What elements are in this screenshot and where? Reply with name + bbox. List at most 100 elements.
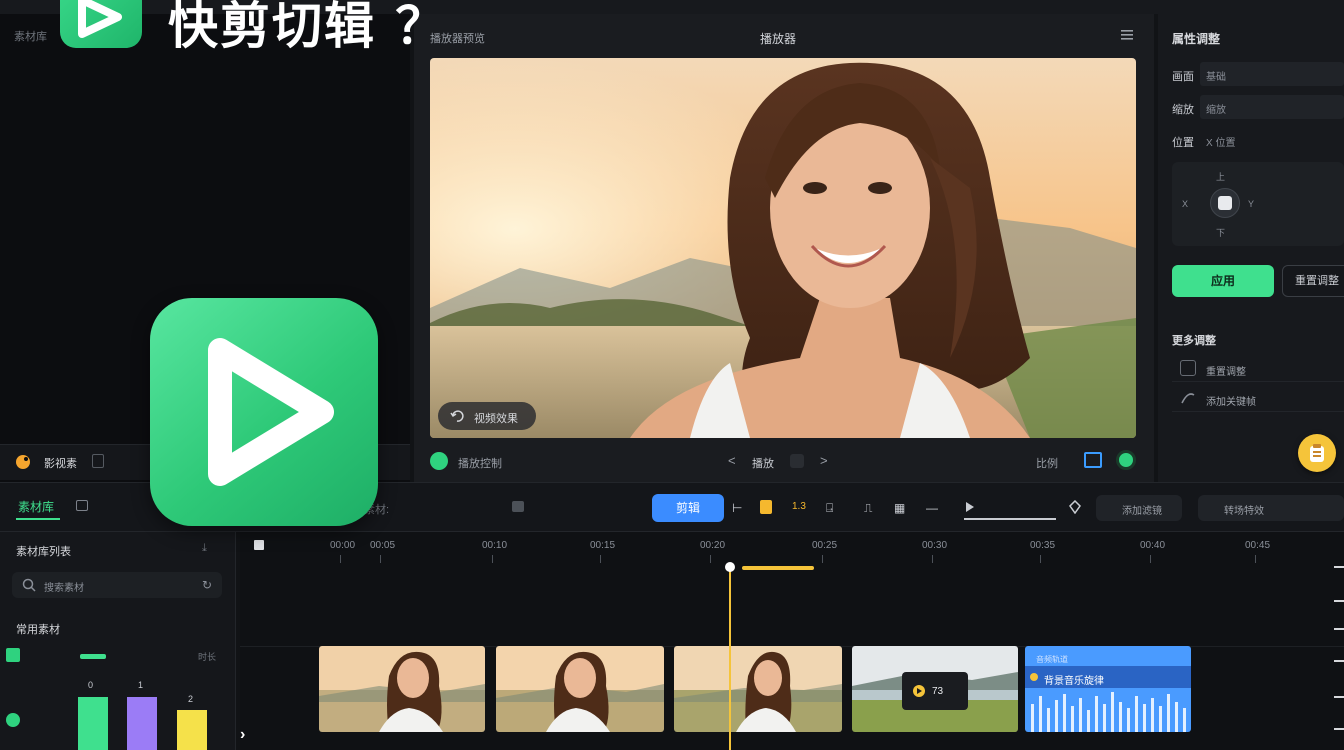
effect-chip-label: 视频效果 [474, 413, 518, 425]
preview-title: 播放器 [760, 32, 797, 46]
selection-range[interactable] [742, 566, 814, 570]
ruler-tick-label: 00:05 [370, 540, 396, 551]
play-button[interactable]: 播放 [752, 455, 774, 471]
stat-bar [78, 697, 108, 750]
record-icon[interactable] [430, 452, 448, 470]
add-filter-button[interactable]: 添加滤镜 [1096, 495, 1182, 521]
control-label: 播放控制 [458, 458, 502, 470]
transition-button[interactable]: 转场特效 [1198, 495, 1344, 521]
ruler-tick-label: 00:30 [922, 540, 948, 551]
prop-field-scale[interactable]: 缩放 [1200, 95, 1344, 119]
sticker-icon [912, 684, 926, 698]
video-clip[interactable] [319, 646, 485, 732]
mirror-tool[interactable]: ⎍ [864, 501, 872, 516]
tab-media[interactable]: 素材库 [18, 498, 54, 515]
stat-bar [127, 697, 157, 750]
anchor-icon [1218, 196, 1232, 210]
track-marker [1334, 600, 1344, 602]
ruler-tick [1040, 555, 1041, 563]
menu-icon[interactable] [1120, 28, 1134, 42]
marker-icon[interactable] [1068, 500, 1082, 514]
pad-bottom-label: 下 [1216, 228, 1226, 238]
stat-bar-label: 2 [188, 694, 194, 704]
prop-label-scale: 缩放 [1172, 104, 1194, 116]
trim-tool[interactable]: ⊢ [732, 501, 742, 515]
selected-marker[interactable] [6, 648, 20, 662]
ruler-tick [492, 555, 493, 563]
collapse-icon[interactable]: ⤓ [202, 542, 207, 555]
more-item-keyframe[interactable]: 添加关键帧 [1172, 386, 1344, 412]
crop-tool[interactable]: ⍈ [826, 501, 833, 516]
reset-button[interactable]: 重置调整 [1282, 265, 1344, 297]
ruler-tick [710, 555, 711, 563]
side-label: 时长 [198, 652, 217, 662]
ruler-tick [1150, 555, 1151, 563]
sync-icon[interactable] [1116, 450, 1136, 470]
stat-bar-label: 0 [88, 680, 94, 690]
ruler-tick [380, 555, 381, 563]
prop-field-frame[interactable]: 基础 [1200, 62, 1344, 86]
palette-icon[interactable] [14, 453, 32, 471]
square-icon [1180, 360, 1196, 376]
curve-icon [1180, 390, 1196, 406]
chevron-right-icon[interactable]: › [240, 726, 245, 744]
prop-label-position: 位置 [1172, 137, 1194, 149]
audio-track-label: 音频轨道 [1036, 655, 1068, 664]
ruler-tick [600, 555, 601, 563]
pad-left-label: X [1182, 199, 1189, 209]
more-item-label: 重置调整 [1206, 367, 1246, 378]
playhead-handle[interactable] [725, 562, 735, 572]
pad-right-label: Y [1248, 199, 1255, 209]
ruler-tick [932, 555, 933, 563]
status-dot [6, 713, 20, 727]
help-icon[interactable] [1298, 434, 1336, 472]
pad-top-label: 上 [1216, 172, 1226, 182]
media-footer-label[interactable]: 影视素 [44, 455, 77, 471]
position-pad[interactable] [1172, 162, 1344, 246]
video-clip[interactable] [674, 646, 842, 732]
highlight-icon[interactable] [760, 500, 772, 514]
speed-tool[interactable]: 1.3 [792, 501, 806, 512]
ruler-tick-label: 00:40 [1140, 540, 1166, 551]
apply-button[interactable]: 应用 [1172, 265, 1274, 297]
more-adjust-title: 更多调整 [1172, 335, 1216, 347]
ruler-tick-label: 00:15 [590, 540, 616, 551]
line-tool[interactable]: — [926, 501, 938, 515]
ruler-tick-label: 00:25 [812, 540, 838, 551]
grid-tool[interactable]: ▦ [894, 501, 905, 515]
refresh-icon[interactable]: ↻ [202, 578, 212, 592]
layout-icon[interactable] [76, 500, 88, 511]
aspect-ratio-button[interactable]: 比例 [1036, 455, 1058, 471]
zoom-slider[interactable] [964, 518, 1056, 520]
ruler-tick [1255, 555, 1256, 563]
split-button[interactable]: 剪辑 [652, 494, 724, 522]
progress-marker [80, 654, 106, 659]
clip-overlay-text: 73 [932, 686, 944, 697]
video-viewer[interactable] [430, 58, 1136, 438]
more-item-reset[interactable]: 重置调整 [1172, 356, 1344, 382]
app-logo-large [150, 298, 378, 526]
media-panel-label: 素材库 [14, 31, 47, 43]
track-marker [1334, 628, 1344, 630]
prop-field-position[interactable]: X 位置 [1200, 128, 1344, 152]
undo-icon [450, 409, 464, 423]
video-clip[interactable] [496, 646, 664, 732]
ruler-tick-label: 00:20 [700, 540, 726, 551]
stat-bar [177, 710, 207, 750]
tab-active-indicator [16, 518, 60, 520]
ruler-tick-label: 00:00 [330, 540, 356, 551]
fullscreen-icon[interactable] [1084, 452, 1102, 468]
ruler-tick [340, 555, 341, 563]
prev-frame-button[interactable]: < [728, 453, 736, 468]
flag-icon[interactable] [254, 540, 264, 550]
stop-icon[interactable] [790, 454, 804, 468]
track-marker [1334, 728, 1344, 730]
zoom-icon[interactable] [964, 500, 976, 514]
search-placeholder: 搜索素材 [44, 583, 84, 594]
audio-dot-icon [1030, 673, 1038, 681]
image-icon[interactable] [512, 501, 524, 512]
next-frame-button[interactable]: > [820, 453, 828, 468]
playhead[interactable] [729, 568, 731, 750]
track-marker [1334, 660, 1344, 662]
file-icon[interactable] [92, 454, 104, 468]
